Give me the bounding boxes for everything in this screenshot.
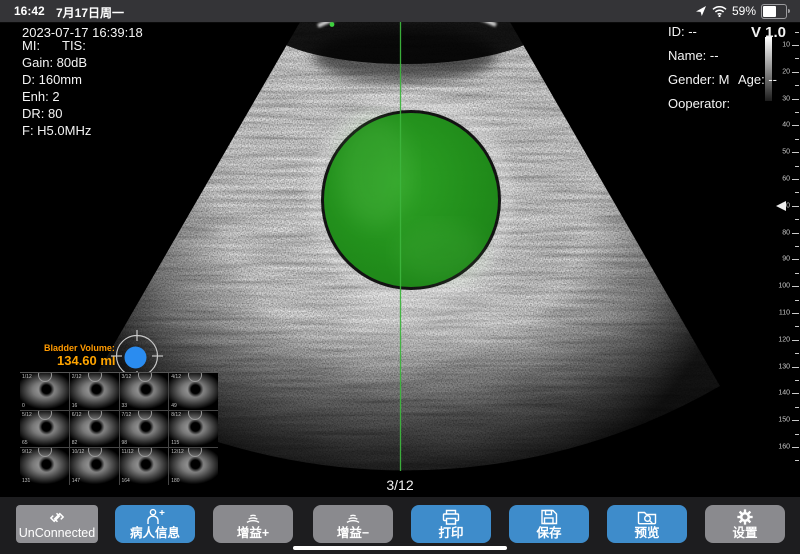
folder-search-icon <box>636 509 658 526</box>
clock-time: 16:42 <box>14 4 45 18</box>
thumbnail-index: 6/12 <box>72 412 82 418</box>
settings-button-label: 设置 <box>732 526 757 540</box>
freq-value: F: H5.0MHz <box>22 123 91 138</box>
thumbnail-angle: 16 <box>72 403 78 409</box>
thumbnail-scan-plane[interactable]: 8/12 115 <box>169 411 218 448</box>
thumbnail-index: 1/12 <box>22 374 32 380</box>
wifi-icon <box>712 6 727 17</box>
battery-icon <box>761 4 790 19</box>
thumbnail-scan-plane[interactable]: 7/12 98 <box>120 411 169 448</box>
gain-plus-button[interactable]: 增益+ <box>213 505 293 543</box>
operator-label: Ooperator: <box>668 96 730 111</box>
thumbnail-scan-plane[interactable]: 1/12 0 <box>20 373 69 410</box>
gain-minus-button-label: 增益− <box>337 526 369 540</box>
tis-label: TIS: <box>62 38 86 53</box>
gain-waves-icon <box>242 509 264 526</box>
save-button-label: 保存 <box>536 526 561 540</box>
status-bar: 16:42 7月17日周一 59% <box>0 0 800 23</box>
thumbnail-angle: 82 <box>72 440 78 446</box>
status-dot-green <box>330 22 335 27</box>
thumbnail-scan-plane[interactable]: 12/12 180 <box>169 448 218 485</box>
connect-button[interactable]: UnConnected <box>16 505 98 543</box>
gain-value: Gain: 80dB <box>22 55 87 70</box>
target-dot <box>125 347 147 369</box>
thumbnail-scan-plane[interactable]: 10/12 147 <box>70 448 119 485</box>
gain-plus-button-label: 增益+ <box>237 526 269 540</box>
patient-info-button-label: 病人信息 <box>130 526 180 540</box>
thumbnail-angle: 33 <box>122 403 128 409</box>
thumbnail-index: 3/12 <box>122 374 132 380</box>
print-button[interactable]: 打印 <box>411 505 491 543</box>
connect-button-label: UnConnected <box>19 526 95 540</box>
thumbnail-index: 2/12 <box>72 374 82 380</box>
settings-button[interactable]: 设置 <box>705 505 785 543</box>
disconnect-icon <box>46 509 68 526</box>
thumbnail-scan-plane[interactable]: 4/12 49 <box>169 373 218 410</box>
thumbnail-scan-plane[interactable]: 2/12 16 <box>70 373 119 410</box>
depth-value: D: 160mm <box>22 72 82 87</box>
thumbnail-angle: 0 <box>22 403 25 409</box>
thumbnail-angle: 180 <box>171 478 179 484</box>
bladder-volume-value: 134.60 ml <box>57 353 116 368</box>
scan-plane-thumbnails: 1/12 0 2/12 16 3/12 33 4/12 49 5/12 65 6/12 82 7/12 9… <box>20 372 218 485</box>
preview-button[interactable]: 预览 <box>607 505 687 543</box>
thumbnail-angle: 65 <box>22 440 28 446</box>
thumbnail-angle: 49 <box>171 403 177 409</box>
thumbnail-index: 4/12 <box>171 374 181 380</box>
frame-indicator: 3/12 <box>360 477 440 493</box>
thumbnail-index: 9/12 <box>22 449 32 455</box>
dr-value: DR: 80 <box>22 106 62 121</box>
gear-icon <box>735 509 755 526</box>
bladder-volume-label: Bladder Volume: <box>44 343 115 353</box>
patient-add-icon <box>144 509 166 526</box>
preview-button-label: 预览 <box>634 526 659 540</box>
thumbnail-index: 12/12 <box>171 449 184 455</box>
thumbnail-scan-plane[interactable]: 6/12 82 <box>70 411 119 448</box>
enh-value: Enh: 2 <box>22 89 60 104</box>
location-arrow-icon <box>695 5 707 17</box>
battery-percent: 59% <box>732 4 756 18</box>
mi-label: MI: <box>22 38 40 53</box>
grayscale-bar <box>765 37 772 101</box>
thumbnail-scan-plane[interactable]: 5/12 65 <box>20 411 69 448</box>
gain-waves-icon <box>342 509 364 526</box>
thumbnail-angle: 98 <box>122 440 128 446</box>
thumbnail-index: 7/12 <box>122 412 132 418</box>
status-date: 7月17日周一 <box>56 4 124 21</box>
save-icon <box>539 509 559 526</box>
thumbnail-index: 8/12 <box>171 412 181 418</box>
thumbnail-scan-plane[interactable]: 3/12 33 <box>120 373 169 410</box>
patient-name: Name: -- <box>668 48 719 63</box>
thumbnail-index: 5/12 <box>22 412 32 418</box>
save-button[interactable]: 保存 <box>509 505 589 543</box>
thumbnail-index: 10/12 <box>72 449 85 455</box>
patient-id: ID: -- <box>668 24 697 39</box>
printer-icon <box>440 509 462 526</box>
patient-gender: Gender: M <box>668 72 729 87</box>
thumbnail-index: 11/12 <box>122 449 134 455</box>
gain-minus-button[interactable]: 增益− <box>313 505 393 543</box>
home-indicator[interactable] <box>293 546 507 550</box>
thumbnail-angle: 115 <box>171 440 179 446</box>
print-button-label: 打印 <box>438 526 463 540</box>
patient-info-button[interactable]: 病人信息 <box>115 505 195 543</box>
thumbnail-scan-plane[interactable]: 9/12 131 <box>20 448 69 485</box>
thumbnail-angle: 147 <box>72 478 80 484</box>
thumbnail-angle: 164 <box>122 478 130 484</box>
thumbnail-scan-plane[interactable]: 11/12 164 <box>120 448 169 485</box>
thumbnail-angle: 131 <box>22 478 30 484</box>
patient-age: Age: -- <box>738 72 777 87</box>
